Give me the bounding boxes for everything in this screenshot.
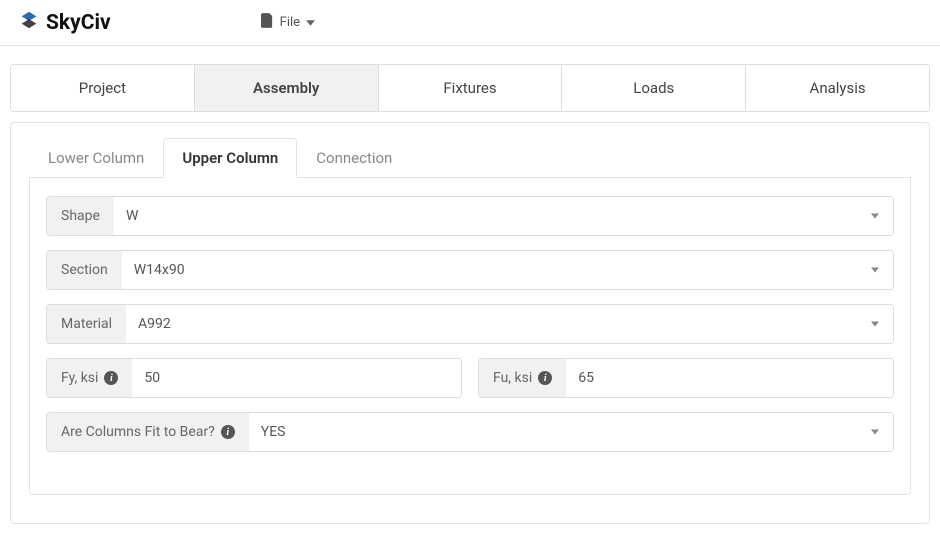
shape-label: Shape — [47, 197, 114, 235]
brand-icon — [18, 9, 40, 37]
file-menu[interactable]: File — [261, 13, 315, 32]
topbar: SkyCiv File — [0, 0, 940, 46]
tab-label: Loads — [633, 79, 674, 97]
fit-label-text: Are Columns Fit to Bear? — [61, 424, 215, 440]
info-icon[interactable]: i — [104, 371, 118, 385]
fit-value: YES — [249, 413, 893, 451]
tab-label: Fixtures — [443, 79, 496, 97]
sub-tab-label: Connection — [316, 149, 392, 167]
chevron-down-icon — [306, 15, 315, 30]
fu-value: 65 — [566, 359, 893, 397]
sub-tab-lower-column[interactable]: Lower Column — [29, 138, 163, 178]
section-field[interactable]: Section W14x90 — [46, 250, 894, 290]
assembly-panel: Lower Column Upper Column Connection Sha… — [10, 122, 930, 524]
fy-value: 50 — [132, 359, 461, 397]
sub-tabs: Lower Column Upper Column Connection — [29, 137, 911, 178]
info-icon[interactable]: i — [538, 371, 552, 385]
tab-fixtures[interactable]: Fixtures — [379, 65, 563, 111]
tab-label: Analysis — [810, 79, 866, 97]
shape-field[interactable]: Shape W — [46, 196, 894, 236]
brand-logo: SkyCiv — [18, 9, 111, 37]
material-value: A992 — [126, 305, 893, 343]
tab-assembly[interactable]: Assembly — [195, 65, 379, 111]
section-label: Section — [47, 251, 122, 289]
main-tabs: Project Assembly Fixtures Loads Analysis — [10, 64, 930, 112]
fy-field[interactable]: Fy, ksi i 50 — [46, 358, 462, 398]
main-content: Project Assembly Fixtures Loads Analysis… — [0, 46, 940, 534]
upper-column-form: Shape W Section W14x90 Material A992 — [29, 178, 911, 495]
tab-project[interactable]: Project — [11, 65, 195, 111]
file-label: File — [280, 15, 300, 30]
sub-tab-upper-column[interactable]: Upper Column — [163, 138, 297, 178]
sub-tab-label: Upper Column — [182, 149, 278, 167]
tab-label: Project — [79, 79, 126, 97]
tab-analysis[interactable]: Analysis — [746, 65, 929, 111]
sub-tab-connection[interactable]: Connection — [297, 138, 411, 178]
file-icon — [261, 13, 274, 32]
fy-label: Fy, ksi i — [47, 359, 132, 397]
fit-to-bear-field[interactable]: Are Columns Fit to Bear? i YES — [46, 412, 894, 452]
fy-label-text: Fy, ksi — [61, 370, 98, 386]
tab-loads[interactable]: Loads — [562, 65, 746, 111]
tab-label: Assembly — [253, 79, 319, 97]
sub-tab-label: Lower Column — [48, 149, 144, 167]
fu-label-text: Fu, ksi — [493, 370, 532, 386]
fu-field[interactable]: Fu, ksi i 65 — [478, 358, 894, 398]
section-value: W14x90 — [122, 251, 893, 289]
material-field[interactable]: Material A992 — [46, 304, 894, 344]
fit-label: Are Columns Fit to Bear? i — [47, 413, 249, 451]
fu-label: Fu, ksi i — [479, 359, 566, 397]
shape-value: W — [114, 197, 893, 235]
material-label: Material — [47, 305, 126, 343]
brand-name: SkyCiv — [46, 11, 111, 35]
info-icon[interactable]: i — [221, 425, 235, 439]
